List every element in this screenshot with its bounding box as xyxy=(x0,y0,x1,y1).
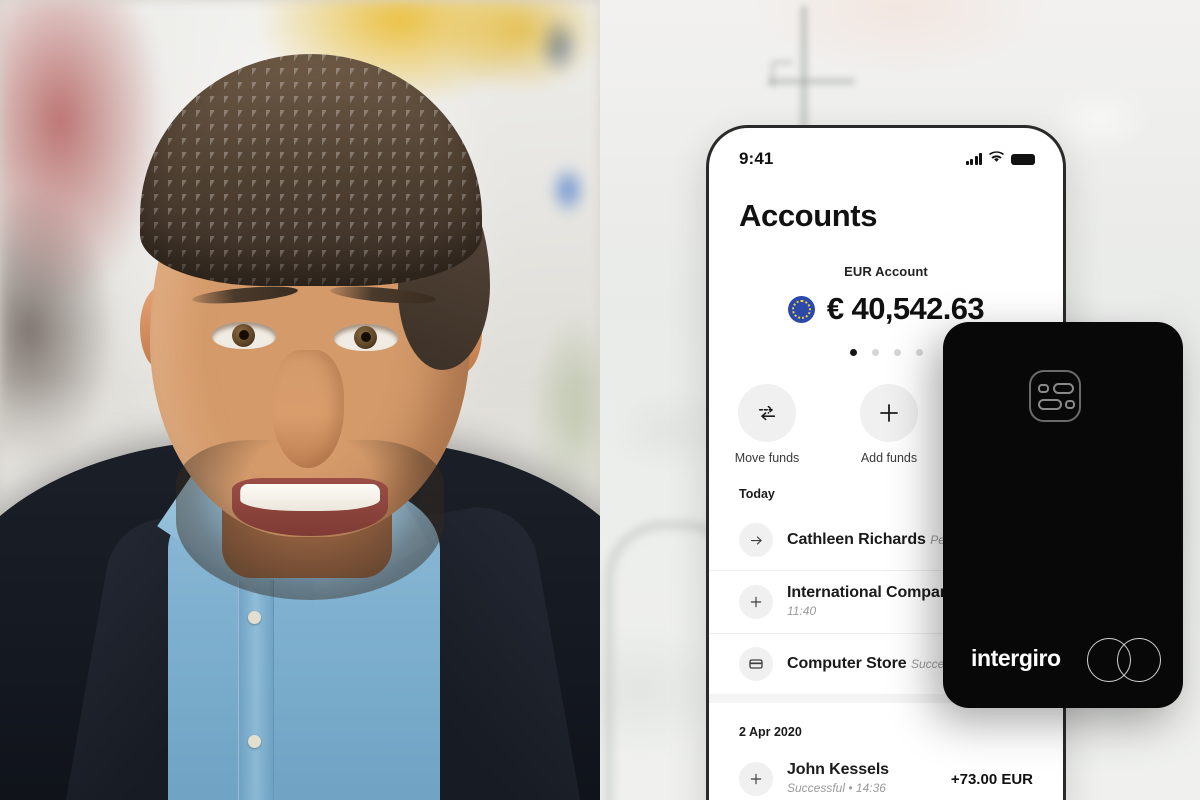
plus-icon xyxy=(739,762,773,796)
shirt-button xyxy=(248,611,261,624)
status-bar: 9:41 xyxy=(709,128,1063,174)
move-funds-label: Move funds xyxy=(734,451,800,465)
transaction-status: Successful • 14:36 xyxy=(787,781,886,795)
plus-icon xyxy=(860,384,918,442)
pager-dot-4[interactable] xyxy=(915,349,923,356)
card-icon xyxy=(739,647,773,681)
pager-dot-2[interactable] xyxy=(871,349,879,356)
pager-dot-3[interactable] xyxy=(893,349,901,356)
eu-flag-icon xyxy=(787,295,815,323)
iris-left xyxy=(232,324,255,347)
transaction-name: John Kessels xyxy=(787,761,889,778)
plus-icon xyxy=(739,585,773,619)
status-bar-icons xyxy=(965,150,1035,168)
background-pole-hook xyxy=(770,60,793,87)
intergiro-card: intergiro xyxy=(943,322,1183,708)
mouth xyxy=(232,478,388,536)
transaction-name: International Company xyxy=(787,584,959,601)
battery-icon xyxy=(1011,153,1035,165)
transfer-arrows-icon xyxy=(738,384,796,442)
card-chip-icon xyxy=(1029,370,1081,422)
account-label: EUR Account xyxy=(844,264,928,279)
wifi-icon xyxy=(989,150,1004,168)
arrow-right-icon xyxy=(739,523,773,557)
move-funds-button[interactable]: Move funds xyxy=(724,384,810,465)
app-mockup-panel: 9:41 Accounts EUR Account € 40,542.63 Mo… xyxy=(600,0,1200,800)
status-bar-time: 9:41 xyxy=(739,149,774,168)
table-row[interactable]: John Kessels Successful • 14:36 +73.00 E… xyxy=(709,748,1063,800)
iris-right xyxy=(354,326,377,349)
transaction-name: Computer Store xyxy=(787,655,907,672)
shirt-button xyxy=(248,735,261,748)
cellular-signal-icon xyxy=(965,153,982,165)
card-brand-logo: intergiro xyxy=(971,645,1061,671)
transaction-amount: +73.00 EUR xyxy=(950,770,1033,788)
teeth xyxy=(240,484,380,511)
screenshot-stage: 9:41 Accounts EUR Account € 40,542.63 Mo… xyxy=(0,0,1200,800)
page-title: Accounts xyxy=(739,198,878,233)
transaction-details: John Kessels Successful • 14:36 xyxy=(787,761,937,797)
eye-right xyxy=(334,324,398,351)
add-funds-label: Add funds xyxy=(860,451,918,465)
two-rings-icon xyxy=(1087,638,1161,682)
transaction-date-header: 2 Apr 2020 xyxy=(739,725,802,739)
portrait-photo xyxy=(0,0,600,800)
eye-left xyxy=(212,322,276,349)
transactions-2-apr-2020: 2 Apr 2020 John Kessels Successful • 14:… xyxy=(709,725,1063,800)
transaction-name: Cathleen Richards xyxy=(787,531,926,548)
pager-dot-1[interactable] xyxy=(849,349,857,356)
balance-amount: € 40,542.63 xyxy=(826,291,985,326)
add-funds-button[interactable]: Add funds xyxy=(846,384,932,465)
